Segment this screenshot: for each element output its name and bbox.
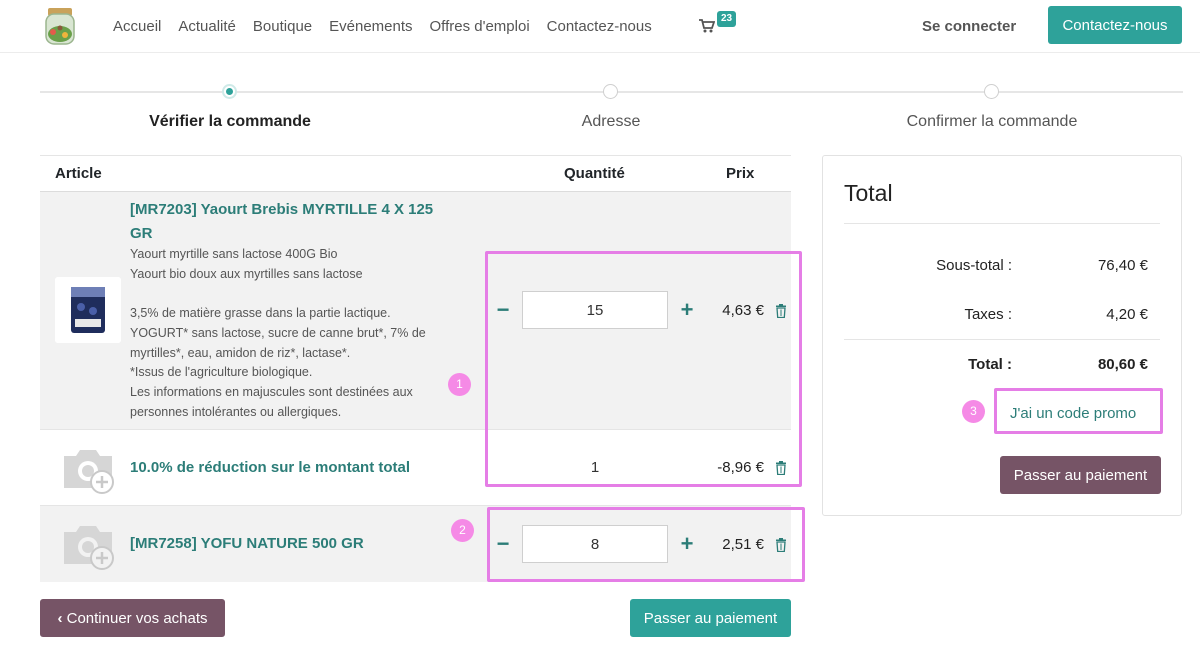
- nav-boutique[interactable]: Boutique: [253, 18, 312, 35]
- desc-line: Les informations en majuscules sont dest…: [130, 384, 413, 399]
- cart-table-header: Article Quantité Prix: [40, 155, 791, 192]
- camera-placeholder-icon: [64, 450, 114, 494]
- top-header: Accueil Actualité Boutique Evénements Of…: [0, 0, 1200, 53]
- desc-line: personnes intolérantes ou allergiques.: [130, 404, 342, 419]
- contact-button[interactable]: Contactez-nous: [1048, 6, 1182, 44]
- annotation-marker-3: 3: [962, 400, 985, 423]
- chevron-left-icon: ‹: [57, 609, 63, 627]
- annotation-box-2: [487, 507, 805, 582]
- step-dot-verify: [222, 84, 237, 99]
- col-quantity: Quantité: [564, 165, 625, 182]
- cart-link[interactable]: 23: [699, 11, 744, 39]
- step-label-confirm: Confirmer la commande: [906, 113, 1078, 130]
- total-label: Total :: [968, 356, 1012, 373]
- subtotal-label: Sous-total :: [936, 257, 1012, 274]
- step-dot-address: [603, 84, 618, 99]
- annotation-marker-2: 2: [451, 519, 474, 542]
- nav-accueil[interactable]: Accueil: [113, 18, 161, 35]
- nav-evenements[interactable]: Evénements: [329, 18, 412, 35]
- desc-line: Yaourt myrtille sans lactose 400G Bio: [130, 247, 338, 261]
- desc-line: [130, 284, 480, 304]
- cart-count-badge: 23: [717, 11, 737, 27]
- col-price: Prix: [726, 165, 755, 182]
- nav-contactez-nous[interactable]: Contactez-nous: [547, 18, 652, 35]
- shop-logo[interactable]: [38, 4, 82, 48]
- nav-actualite[interactable]: Actualité: [178, 18, 236, 35]
- col-article: Article: [55, 165, 102, 182]
- continue-shopping-button[interactable]: ‹ Continuer vos achats: [40, 599, 225, 637]
- product-description: Yaourt myrtille sans lactose 400G Bio Ya…: [130, 245, 480, 422]
- product-name-line2[interactable]: GR: [130, 222, 153, 246]
- divider: [844, 339, 1160, 340]
- desc-line: myrtilles*, eau, amidon de riz*, lactase…: [130, 345, 351, 360]
- taxes-value: 4,20 €: [1106, 306, 1148, 323]
- taxes-label: Taxes :: [964, 306, 1012, 323]
- checkout-button[interactable]: Passer au paiement: [630, 599, 791, 637]
- desc-line: Yaourt bio doux aux myrtilles sans lacto…: [130, 266, 363, 281]
- product-image-yaourt[interactable]: [55, 277, 121, 343]
- nav-offres-emploi[interactable]: Offres d'emploi: [430, 18, 530, 35]
- desc-line: 3,5% de matière grasse dans la partie la…: [130, 306, 391, 321]
- subtotal-value: 76,40 €: [1097, 257, 1148, 274]
- product-name[interactable]: [MR7258] YOFU NATURE 500 GR: [130, 532, 364, 556]
- summary-title: Total: [844, 180, 893, 206]
- discount-name[interactable]: 10.0% de réduction sur le montant total: [130, 456, 410, 480]
- camera-placeholder-icon: [64, 526, 114, 570]
- step-dot-confirm: [984, 84, 999, 99]
- order-summary-card: Total Sous-total : 76,40 € Taxes : 4,20 …: [822, 155, 1182, 516]
- annotation-marker-1: 1: [448, 373, 471, 396]
- desc-line: *Issus de l'agriculture biologique.: [130, 365, 313, 380]
- annotation-box-3: [994, 388, 1163, 434]
- cart-icon: [699, 19, 715, 33]
- continue-shopping-label: Continuer vos achats: [66, 609, 208, 627]
- product-name-line1[interactable]: [MR7203] Yaourt Brebis MYRTILLE 4 X 125: [130, 198, 433, 222]
- total-value: 80,60 €: [1097, 356, 1148, 373]
- divider: [844, 223, 1160, 224]
- step-label-verify: Vérifier la commande: [149, 113, 311, 130]
- annotation-box-1: [485, 251, 802, 487]
- step-label-address: Adresse: [581, 113, 641, 130]
- summary-checkout-button[interactable]: Passer au paiement: [1000, 456, 1161, 494]
- desc-line: YOGURT* sans lactose, sucre de canne bru…: [130, 325, 426, 340]
- login-link[interactable]: Se connecter: [922, 0, 1016, 53]
- main-nav: Accueil Actualité Boutique Evénements Of…: [113, 0, 669, 53]
